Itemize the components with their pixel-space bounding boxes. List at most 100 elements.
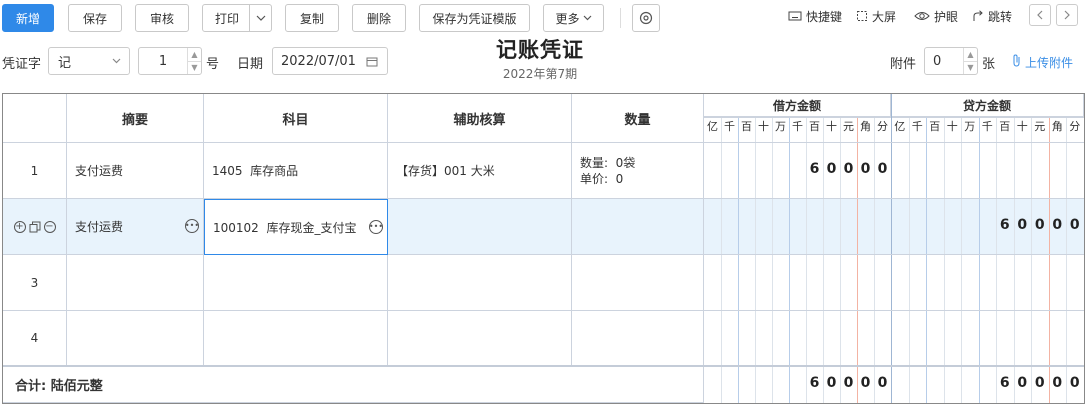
stepper-up-icon[interactable]: ▲: [188, 48, 201, 62]
account-cell[interactable]: [204, 255, 388, 311]
credit-header-divider: [891, 117, 1084, 118]
stepper-up-icon[interactable]: ▲: [964, 48, 977, 62]
attachment-label: 附件: [890, 57, 917, 72]
total-debit-digit: 0: [826, 375, 837, 391]
credit-amount-digit: 0: [1034, 217, 1045, 233]
debit-digit-gridline: [755, 117, 756, 403]
total-debit-digit: 0: [877, 375, 888, 391]
delete-row-icon[interactable]: −: [43, 220, 56, 233]
save-button[interactable]: 保存: [68, 4, 122, 32]
voucher-word-select[interactable]: 记: [48, 47, 130, 75]
debit-digit-unit-label: 亿: [707, 120, 718, 133]
copy-row-icon[interactable]: [29, 221, 41, 233]
attachment-unit: 张: [982, 57, 996, 72]
debit-digit-gridline: [874, 117, 875, 403]
debit-amount-digit: 6: [809, 161, 820, 177]
add-row-icon[interactable]: +: [13, 220, 26, 233]
credit-digit-gridline: [996, 117, 997, 403]
credit-amount-digit: 0: [1017, 217, 1028, 233]
more-button[interactable]: 更多: [543, 4, 604, 32]
credit-digit-unit-label: 千: [911, 120, 923, 133]
aux-accounting-cell[interactable]: [388, 255, 572, 311]
row-number-header: [3, 94, 67, 143]
print-button[interactable]: 打印: [202, 4, 272, 32]
calendar-icon: [366, 57, 378, 67]
credit-digit-unit-label: 亿: [894, 120, 906, 133]
total-credit-digit: 0: [1052, 375, 1063, 391]
date-picker[interactable]: 2022/07/01: [272, 47, 388, 75]
aux-accounting-cell[interactable]: [388, 199, 572, 255]
stepper-down-icon[interactable]: ▼: [964, 62, 977, 75]
eye-care-link[interactable]: 护眼: [914, 6, 958, 26]
credit-digit-unit-label: 角: [1051, 120, 1063, 133]
quantity-header: 数量: [572, 94, 704, 143]
upload-attachment-label: 上传附件: [1025, 56, 1074, 70]
voucher-number-unit: 号: [206, 57, 220, 72]
toolbar-divider: [620, 8, 621, 28]
settings-button[interactable]: [632, 4, 660, 32]
quantity-cell[interactable]: [572, 255, 704, 311]
row-number: 3: [3, 255, 67, 311]
shortcut-link[interactable]: 快捷键: [788, 6, 842, 26]
save-template-button[interactable]: 保存为凭证模版: [419, 4, 530, 32]
credit-digit-unit-label: 元: [1034, 120, 1046, 133]
total-debit-digit: 0: [860, 375, 871, 391]
credit-digit-gridline: [1013, 117, 1015, 403]
quantity-cell[interactable]: [572, 311, 704, 366]
fullscreen-label: 大屏: [872, 9, 897, 24]
next-voucher-button[interactable]: [1056, 4, 1078, 26]
credit-digit-gridline: [1048, 117, 1050, 403]
debit-amount-digit: 0: [877, 161, 888, 177]
debit-digit-gridline: [823, 117, 824, 403]
debit-amount-digit: 0: [860, 161, 871, 177]
debit-digit-unit-label: 十: [758, 120, 769, 133]
debit-digit-gridline: [721, 117, 722, 403]
credit-digit-unit-label: 十: [1016, 120, 1028, 133]
quantity-cell[interactable]: [572, 199, 704, 255]
credit-digit-gridline: [943, 117, 945, 403]
account-cell[interactable]: 1405 库存商品: [204, 143, 388, 199]
audit-button[interactable]: 审核: [135, 4, 189, 32]
chevron-right-icon: [1064, 10, 1070, 20]
account-cell[interactable]: [204, 311, 388, 366]
attachment-count-value: 0: [933, 53, 942, 69]
fullscreen-link[interactable]: 大屏: [856, 6, 896, 26]
upload-attachment-link[interactable]: 上传附件: [1012, 54, 1073, 71]
credit-amount-digit: 0: [1069, 217, 1080, 233]
jump-link[interactable]: 跳转: [972, 6, 1012, 26]
debit-digit-gridline: [789, 117, 790, 403]
page-title: 记账凭证: [496, 38, 584, 62]
stepper-down-icon[interactable]: ▼: [188, 62, 201, 75]
summary-cell[interactable]: 支付运费: [67, 143, 204, 199]
debit-amount-header: 借方金额: [704, 94, 891, 117]
summary-cell[interactable]: [67, 311, 204, 366]
attachment-count-input[interactable]: 0 ▲ ▼: [924, 47, 978, 75]
credit-digit-gridline: [1031, 117, 1032, 403]
new-button[interactable]: 新增: [2, 4, 54, 32]
debit-digit-unit-label: 千: [724, 120, 735, 133]
more-options-icon[interactable]: •••: [369, 220, 383, 234]
quantity-cell[interactable]: 数量: 0袋 单价: 0: [572, 143, 704, 199]
summary-value: 支付运费: [75, 220, 124, 234]
toolbar: 新增 保存 审核 打印 复制 删除 保存为凭证模版 更多 快捷键 大屏 护眼 跳…: [0, 0, 1089, 36]
debit-digit-unit-label: 百: [741, 120, 752, 133]
account-input[interactable]: 100102 库存现金_支付宝 •••: [204, 199, 388, 255]
voucher-number-input[interactable]: 1 ▲ ▼: [138, 47, 202, 75]
print-dropdown-chevron-icon[interactable]: [249, 5, 271, 31]
credit-digit-gridline: [926, 117, 927, 403]
summary-cell[interactable]: [67, 255, 204, 311]
attachment-stepper[interactable]: ▲ ▼: [963, 48, 977, 74]
voucher-number-stepper[interactable]: ▲ ▼: [187, 48, 201, 74]
prev-voucher-button[interactable]: [1029, 4, 1051, 26]
aux-accounting-cell[interactable]: 【存货】001 大米: [388, 143, 572, 199]
copy-button[interactable]: 复制: [285, 4, 339, 32]
total-credit-digit: 0: [1034, 375, 1045, 391]
eye-care-label: 护眼: [934, 9, 959, 24]
more-options-icon[interactable]: •••: [185, 219, 199, 233]
delete-button[interactable]: 删除: [352, 4, 406, 32]
aux-accounting-cell[interactable]: [388, 311, 572, 366]
credit-amount-digit: 0: [1052, 217, 1063, 233]
period-subtitle: 2022年第7期: [502, 67, 578, 81]
summary-cell[interactable]: 支付运费 •••: [67, 199, 204, 255]
aux-accounting-header: 辅助核算: [388, 94, 572, 143]
